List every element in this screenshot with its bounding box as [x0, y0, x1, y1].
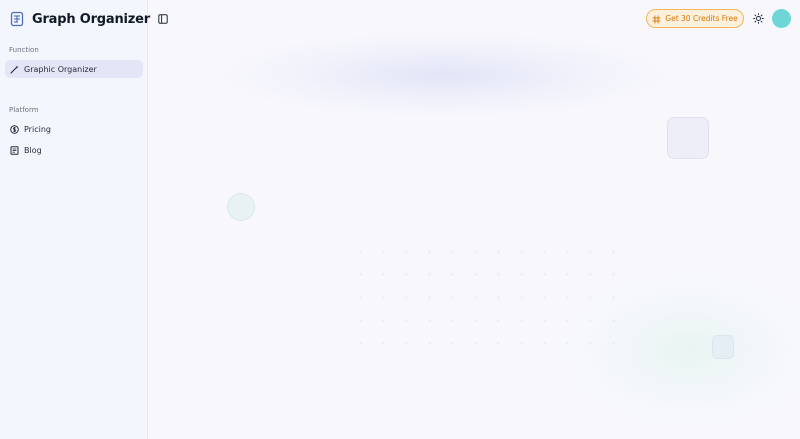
app-title: Graph Organizer: [32, 11, 150, 27]
sidebar-item-graphic-organizer[interactable]: Graphic Organizer: [5, 60, 143, 78]
sidebar-item-label: Pricing: [24, 124, 51, 134]
background-dot-grid: [349, 240, 629, 350]
sidebar-item-label: Graphic Organizer: [24, 64, 97, 74]
decorative-small-square: [712, 335, 734, 359]
sidebar: Graph Organizer Function Graphic Organiz…: [0, 0, 150, 439]
sidebar-item-pricing[interactable]: Pricing: [5, 120, 143, 138]
section-label-platform: Platform: [9, 106, 39, 114]
brand[interactable]: Graph Organizer: [10, 10, 150, 28]
sidebar-item-blog[interactable]: Blog: [5, 141, 143, 159]
dollar-circle-icon: [10, 124, 19, 134]
magic-wand-icon: [10, 65, 19, 74]
diagram-grid-icon: [10, 11, 24, 27]
decorative-square: [667, 117, 709, 159]
main-canvas: [149, 0, 800, 439]
sidebar-item-label: Blog: [24, 145, 42, 155]
newspaper-icon: [10, 145, 19, 155]
decorative-circle: [227, 193, 255, 221]
background-glow-top: [209, 30, 679, 120]
section-label-function: Function: [9, 46, 39, 54]
